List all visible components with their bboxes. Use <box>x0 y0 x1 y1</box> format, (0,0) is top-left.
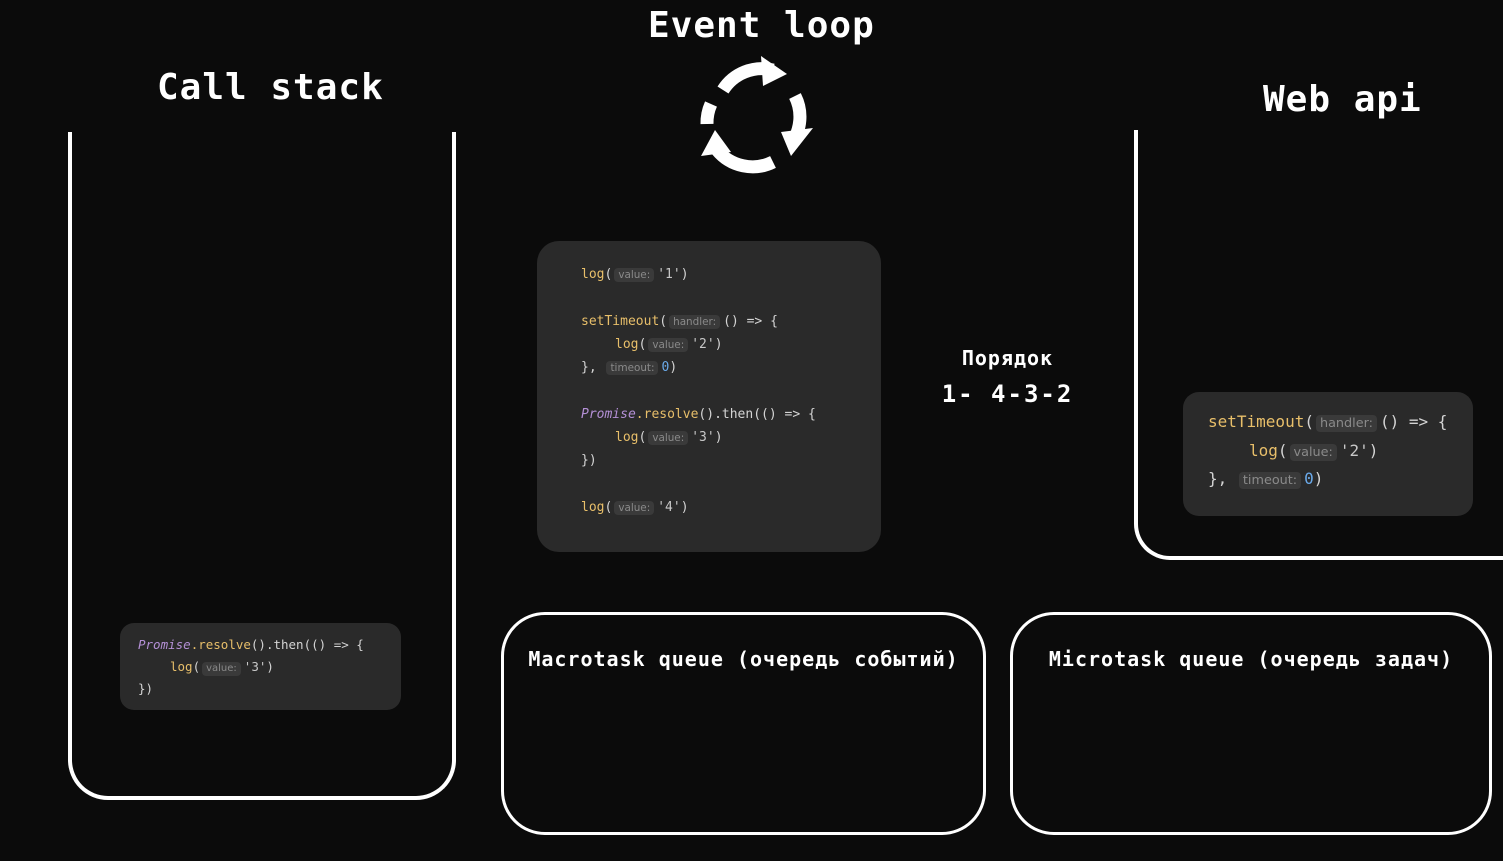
main-code-snippet: log(value: '1') setTimeout(handler:() => … <box>537 241 881 552</box>
web-api-code-snippet: setTimeout(handler:() => { log(value: '2'… <box>1183 392 1473 516</box>
code-line: Promise.resolve().then(() => { <box>581 406 816 422</box>
circular-arrows-icon <box>700 56 813 174</box>
microtask-queue-container: Microtask queue (очередь задач) <box>1010 612 1492 835</box>
event-loop-title: Event loop <box>648 5 875 46</box>
code-line: }, timeout: 0) <box>581 360 678 376</box>
code-line: }, timeout: 0) <box>1208 469 1324 490</box>
web-api-title: Web api <box>1263 79 1422 120</box>
order-sequence: 1- 4-3-2 <box>941 380 1074 408</box>
call-stack-title: Call stack <box>157 67 384 108</box>
code-line: log(value: '2') <box>615 336 723 352</box>
code-line: setTimeout(handler:() => { <box>1208 412 1448 433</box>
order-annotation: Порядок 1- 4-3-2 <box>930 342 1085 414</box>
code-line: setTimeout(handler:() => { <box>581 313 778 329</box>
code-line: log(value: '3') <box>170 659 274 676</box>
code-line: }) <box>138 681 154 696</box>
code-line: Promise.resolve().then(() => { <box>138 637 364 652</box>
code-line: log(value: '1') <box>581 267 689 283</box>
code-line: log(value: '2') <box>1249 440 1379 461</box>
macrotask-queue-label: Macrotask queue (очередь событий) <box>528 647 959 671</box>
microtask-queue-label: Microtask queue (очередь задач) <box>1048 647 1454 671</box>
call-stack-code-snippet: Promise.resolve().then(() => { log(value… <box>120 623 401 710</box>
code-line: }) <box>581 453 597 469</box>
code-line: log(value: '4') <box>581 499 689 516</box>
code-line: log(value: '3') <box>615 430 723 446</box>
macrotask-queue-container: Macrotask queue (очередь событий) <box>501 612 986 835</box>
order-label: Порядок <box>961 346 1054 370</box>
